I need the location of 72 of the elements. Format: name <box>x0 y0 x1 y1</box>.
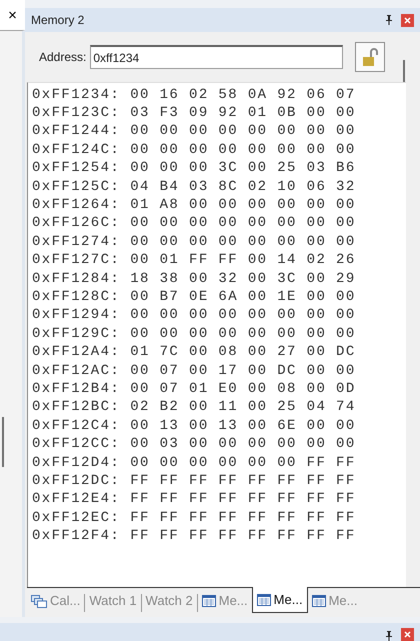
memory-address: 0xFF12F4: <box>32 527 120 546</box>
memory-address: 0xFF129C: <box>32 324 120 344</box>
memory-address: 0xFF1274: <box>32 232 120 252</box>
memory-address: 0xFF1244: <box>32 122 120 142</box>
panel-tab[interactable]: Me... <box>252 587 308 613</box>
memory-address: 0xFF127C: <box>32 251 120 270</box>
memory-address: 0xFF123C: <box>32 104 120 124</box>
memory-address: 0xFF12CC: <box>32 435 120 454</box>
memory-bytes: 00 07 00 17 00 DC 00 00 <box>130 362 356 381</box>
panel-tab[interactable]: Watch 1 <box>85 588 141 614</box>
memory-address: 0xFF1234: <box>32 86 120 105</box>
memory-address: 0xFF12AC: <box>32 362 120 381</box>
scrollbar-thumb[interactable] <box>2 417 4 467</box>
panel-tab[interactable]: Watch 2 <box>142 588 197 614</box>
memory-address: 0xFF126C: <box>32 214 120 234</box>
stack-icon <box>31 594 47 608</box>
memory-address: 0xFF124C: <box>32 140 120 160</box>
panel-tab[interactable]: Me... <box>308 588 362 614</box>
panel-tab[interactable]: Cal... <box>27 588 84 614</box>
memory-bytes: 04 B4 03 8C 02 10 06 32 <box>130 178 356 197</box>
memory-bytes: 00 01 FF FF 00 14 02 26 <box>130 251 356 270</box>
close-button[interactable]: × <box>8 8 17 22</box>
memory-bytes: 00 00 00 00 00 00 00 00 <box>130 122 356 142</box>
memory-bytes: 03 F3 09 92 01 0B 00 00 <box>130 104 356 124</box>
memory-address: 0xFF12E4: <box>32 490 120 510</box>
memory-bytes: 00 B7 0E 6A 00 1E 00 00 <box>130 288 356 307</box>
pin-icon[interactable] <box>385 631 393 641</box>
memory-bytes: FF FF FF FF FF FF FF FF <box>130 490 356 510</box>
memory-bytes: 00 00 00 00 00 00 00 00 <box>130 140 356 160</box>
address-field[interactable]: 0xff1234 <box>90 45 344 69</box>
memory-address: 0xFF1294: <box>32 306 120 326</box>
memory-address: 0xFF12D4: <box>32 454 120 473</box>
memory-address: 0xFF125C: <box>32 178 120 197</box>
grid-icon <box>202 595 216 607</box>
window-title: Memory 2 <box>31 12 86 29</box>
memory-bytes: 01 7C 00 08 00 27 00 DC <box>130 343 356 362</box>
memory-address: 0xFF12DC: <box>32 472 120 491</box>
memory-address: 0xFF12A4: <box>32 343 120 362</box>
grid-icon <box>312 595 326 607</box>
memory-bytes: 00 16 02 58 0A 92 06 07 <box>130 86 356 105</box>
memory-bytes: 02 B2 00 11 00 25 04 74 <box>130 398 356 418</box>
grid-icon <box>256 594 271 606</box>
panel-tab[interactable]: Me... <box>198 588 252 614</box>
memory-bytes: FF FF FF FF FF FF FF FF <box>130 508 356 528</box>
memory-bytes: 00 00 00 00 00 00 00 00 <box>130 214 356 234</box>
address-label: Address: <box>39 49 86 66</box>
memory-bytes: 00 13 00 13 00 6E 00 00 <box>130 416 356 436</box>
memory-address: 0xFF12C4: <box>32 416 120 436</box>
memory-bytes: 00 07 01 E0 00 08 00 0D <box>130 380 356 399</box>
memory-bytes: 00 00 00 00 00 00 FF FF <box>130 454 356 473</box>
memory-bytes: 00 00 00 00 00 00 00 00 <box>130 306 356 326</box>
memory-bytes: 00 00 00 00 00 00 00 00 <box>130 232 356 252</box>
memory-address: 0xFF1284: <box>32 270 120 289</box>
memory-address: 0xFF1264: <box>32 196 120 216</box>
memory-bytes: FF FF FF FF FF FF FF FF <box>130 472 356 491</box>
memory-bytes: 00 00 00 3C 00 25 03 B6 <box>130 159 356 178</box>
padlock-icon <box>362 47 378 67</box>
pin-icon[interactable] <box>385 15 393 25</box>
memory-bytes: 00 03 00 00 00 00 00 00 <box>130 435 356 454</box>
close-icon[interactable] <box>401 14 414 26</box>
scrollbar-thumb[interactable] <box>403 60 406 82</box>
memory-address: 0xFF12B4: <box>32 380 120 399</box>
lock-button[interactable] <box>355 42 386 72</box>
memory-address: 0xFF12BC: <box>32 398 120 418</box>
memory-address: 0xFF12EC: <box>32 508 120 528</box>
memory-bytes: FF FF FF FF FF FF FF FF <box>130 527 356 546</box>
memory-bytes: 01 A8 00 00 00 00 00 00 <box>130 196 356 216</box>
close-icon[interactable] <box>401 628 414 641</box>
memory-bytes: 00 00 00 00 00 00 00 00 <box>130 324 356 344</box>
memory-address: 0xFF128C: <box>32 288 120 307</box>
memory-bytes: 18 38 00 32 00 3C 00 29 <box>130 270 356 289</box>
memory-address: 0xFF1254: <box>32 159 120 178</box>
